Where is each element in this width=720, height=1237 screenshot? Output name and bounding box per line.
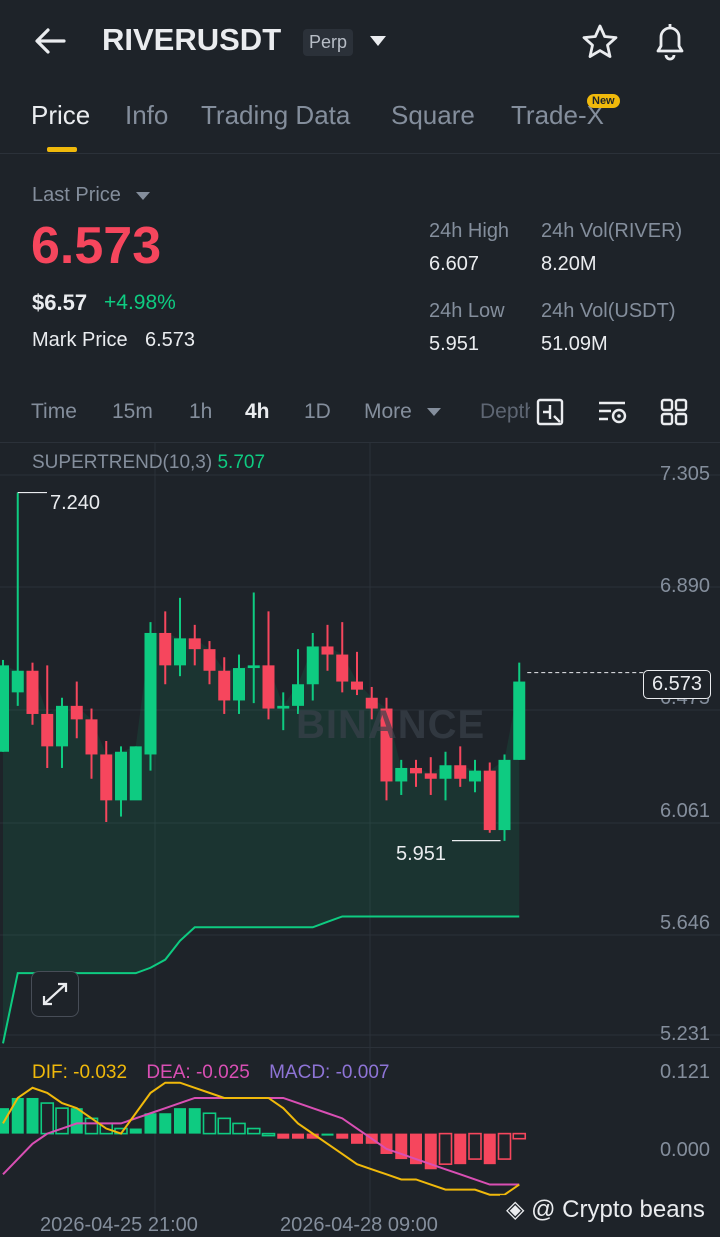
candle-body [395,767,408,782]
macd-bar [188,1108,201,1134]
candle-body [247,665,260,669]
macd-bar [336,1133,349,1139]
macd-bar [277,1133,290,1139]
candle-body [306,646,319,685]
candle-body [85,719,98,755]
macd-bar [454,1133,467,1165]
macd-bar [497,1132,512,1160]
candle-body [203,649,216,671]
candle-body [188,638,201,650]
candle-body [0,665,9,752]
dif-line [2,1081,520,1196]
macd-bar [202,1112,217,1135]
macd-bar [292,1133,304,1139]
candle-body [424,773,437,779]
macd-bar [246,1127,261,1135]
indicator-value: 5.707 [217,452,266,473]
macd-bar [217,1117,232,1135]
y-tick: 6.890 [659,575,710,597]
macd-bar [483,1133,496,1165]
macd-bar [40,1102,55,1135]
watermark: ◈ @ Crypto beans [500,1195,711,1224]
x-tick: 2026-04-28 09:00 [280,1214,438,1236]
macd-y-tick: 0.121 [659,1061,710,1083]
macd-bar [468,1132,482,1160]
candle-body [262,665,275,709]
candle-body [277,705,290,709]
macd-legend: DIF: -0.032 DEA: -0.025 MACD: -0.007 [32,1062,389,1084]
candle-body [218,670,231,701]
watermark-text: @ Crypto beans [531,1196,705,1223]
candle-body [56,705,68,747]
supertrend-fill [3,632,520,1044]
expand-chart-icon[interactable] [31,971,79,1017]
macd-bar [351,1133,363,1144]
candle-body [498,759,511,831]
candle-body [174,638,186,666]
macd-bar [144,1113,157,1134]
candle-body [351,681,363,690]
macd-bar [232,1122,246,1135]
candle-body [144,632,157,755]
candle-body [483,770,496,831]
candle-body [159,632,172,666]
macd-value-label: MACD: -0.007 [269,1062,390,1083]
y-tick: 5.646 [659,912,710,934]
candlestick-chart[interactable] [0,0,720,1235]
macd-bar [159,1113,172,1134]
high-annotation: 7.240 [50,492,101,514]
candle-body [439,765,452,779]
brand-watermark: BINANCE [296,703,486,747]
indicator-label: SUPERTREND(10,3) 5.707 [32,452,265,474]
candle-body [233,668,245,701]
macd-bar [174,1108,186,1134]
candle-body [115,751,127,801]
binance-logo-icon: ◈ [506,1196,525,1223]
macd-y-tick: 0.000 [659,1139,710,1161]
candle-body [100,754,113,801]
candle-body [321,646,334,655]
y-tick: 6.061 [659,800,710,822]
macd-bar [321,1133,334,1136]
candle-body [70,705,83,720]
macd-dea-label: DEA: -0.025 [146,1062,250,1083]
candle-body [454,765,467,779]
indicator-name: SUPERTREND(10,3) [32,452,213,473]
current-price-tag: 6.573 [643,670,712,699]
candle-body [11,670,24,693]
low-annotation: 5.951 [396,843,447,865]
candle-body [469,770,481,782]
candle-body [41,713,54,747]
candle-body [410,767,422,774]
y-tick: 7.305 [659,463,710,485]
macd-divider [0,1047,720,1048]
candle-body [129,746,142,801]
candle-body [336,654,349,682]
x-tick: 2026-04-25 21:00 [40,1214,198,1236]
candle-body [513,681,526,760]
macd-bar [512,1132,527,1140]
macd-bar [438,1132,453,1165]
macd-bar [26,1097,39,1134]
candle-body [26,670,39,714]
y-tick: 5.231 [659,1023,710,1045]
macd-dif-label: DIF: -0.032 [32,1062,128,1083]
macd-bar [129,1128,142,1134]
macd-bar [261,1132,276,1137]
